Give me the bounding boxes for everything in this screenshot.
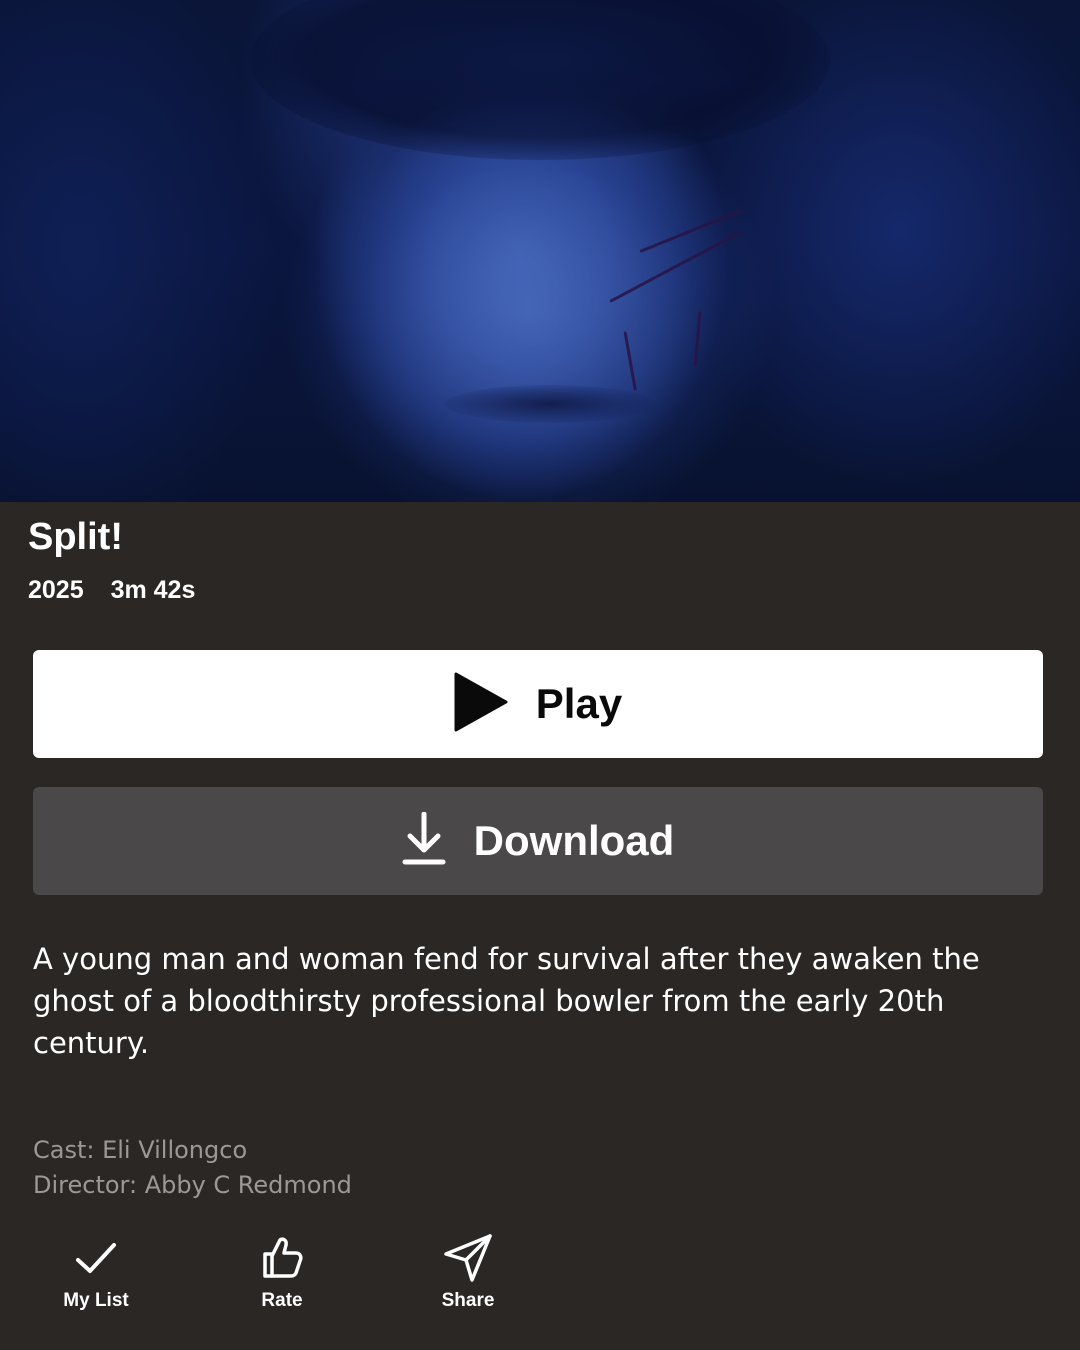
director-line: Director: Abby C Redmond: [33, 1171, 352, 1199]
download-button[interactable]: Download: [33, 787, 1043, 895]
play-button[interactable]: Play: [33, 650, 1043, 758]
hero-image: [0, 0, 1080, 502]
thumbs-up-icon: [256, 1232, 308, 1284]
rate-button[interactable]: Rate: [212, 1232, 352, 1312]
title-meta: 2025 3m 42s: [28, 576, 215, 605]
cast-line: Cast: Eli Villongco: [33, 1136, 248, 1164]
my-list-label: My List: [63, 1290, 129, 1311]
title-detail-page: Split! 2025 3m 42s Play Download A young…: [0, 0, 1080, 1350]
my-list-button[interactable]: My List: [26, 1232, 166, 1312]
download-button-label: Download: [473, 817, 675, 864]
hero-mouth-shadow: [445, 385, 655, 423]
page-title: Split!: [28, 516, 123, 558]
hero-left-eye-shadow: [300, 70, 470, 110]
release-year: 2025: [28, 576, 84, 604]
action-bar: My List Rate Share: [0, 1232, 1080, 1332]
share-button[interactable]: Share: [398, 1232, 538, 1312]
hero-face-highlight: [250, 60, 810, 502]
hero-right-eye-shadow: [560, 60, 750, 100]
credits: Cast: Eli Villongco Director: Abby C Red…: [33, 1133, 352, 1203]
check-icon: [70, 1232, 122, 1284]
runtime: 3m 42s: [110, 576, 196, 604]
play-button-label: Play: [535, 680, 623, 727]
synopsis: A young man and woman fend for survival …: [33, 942, 980, 1060]
send-icon: [442, 1232, 494, 1284]
download-icon: [402, 811, 446, 870]
play-icon: [454, 672, 508, 736]
rate-label: Rate: [261, 1290, 303, 1311]
share-label: Share: [441, 1290, 495, 1311]
